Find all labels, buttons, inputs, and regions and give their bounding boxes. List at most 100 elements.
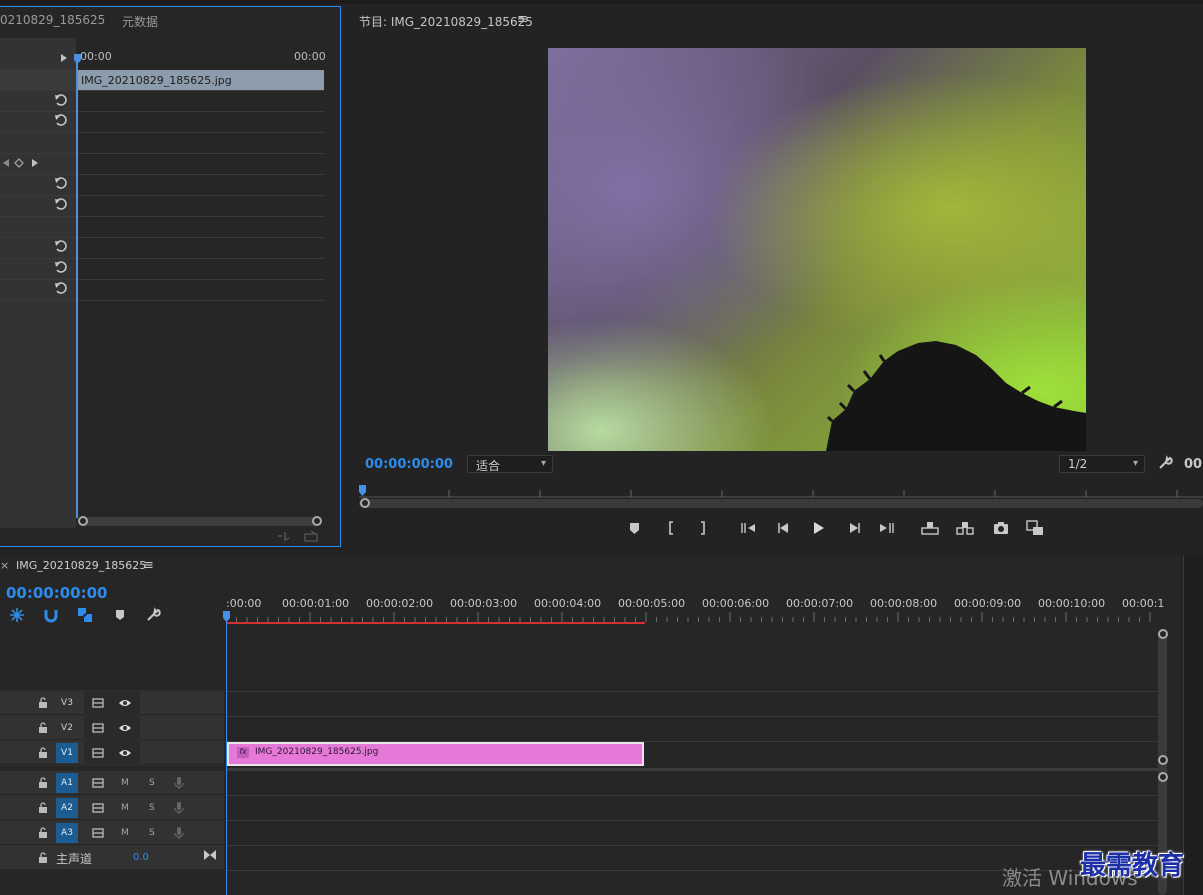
- track-label-v3[interactable]: V3: [56, 693, 78, 713]
- ec-clip-bar[interactable]: IMG_20210829_185625.jpg: [77, 70, 324, 90]
- audio-only-icon[interactable]: [276, 530, 292, 542]
- timeline-menu-icon[interactable]: ≡: [143, 558, 154, 573]
- track-header-a1[interactable]: A1 M S: [0, 771, 224, 795]
- timeline-timecode[interactable]: 00:00:00:00: [6, 584, 108, 602]
- video-audio-divider[interactable]: [226, 768, 1158, 771]
- program-time-ruler[interactable]: [359, 486, 1203, 498]
- toggle-sync-lock-icon[interactable]: [92, 827, 104, 839]
- timeline-clip[interactable]: fx IMG_20210829_185625.jpg: [227, 742, 644, 766]
- close-tab-icon[interactable]: ×: [0, 559, 9, 572]
- solo-button[interactable]: S: [149, 803, 155, 813]
- toggle-sync-lock-icon[interactable]: [92, 777, 104, 789]
- go-to-out-icon[interactable]: [878, 519, 896, 537]
- microphone-icon[interactable]: [174, 826, 184, 840]
- timeline-playhead-line[interactable]: [226, 618, 227, 895]
- sequence-tab[interactable]: IMG_20210829_185625: [16, 559, 146, 572]
- ec-horizontal-scrollbar[interactable]: [80, 517, 320, 526]
- solo-button[interactable]: S: [149, 778, 155, 788]
- reset-icon[interactable]: [54, 93, 68, 107]
- track-header-a3[interactable]: A3 M S: [0, 821, 224, 845]
- solo-button[interactable]: S: [149, 828, 155, 838]
- program-monitor-title[interactable]: 节目: IMG_20210829_185625: [359, 13, 533, 30]
- export-icon[interactable]: [304, 530, 320, 542]
- reset-icon[interactable]: [54, 239, 68, 253]
- lock-icon[interactable]: [38, 697, 48, 709]
- lock-icon[interactable]: [38, 827, 48, 839]
- master-volume-value[interactable]: 0.0: [133, 852, 149, 863]
- export-frame-camera-icon[interactable]: [992, 519, 1010, 537]
- lock-icon[interactable]: [38, 747, 48, 759]
- tab-effect-controls[interactable]: 0210829_185625: [0, 13, 105, 27]
- eye-icon[interactable]: [118, 697, 132, 709]
- mark-in-icon[interactable]: [662, 519, 680, 537]
- track-label-v2[interactable]: V2: [56, 718, 78, 738]
- extract-icon[interactable]: [956, 519, 974, 537]
- v-scroll-handle-top[interactable]: [1158, 629, 1168, 639]
- track-header-v2[interactable]: V2: [0, 716, 224, 740]
- ec-playhead-handle[interactable]: [74, 54, 81, 64]
- mark-out-icon[interactable]: [694, 519, 712, 537]
- lock-icon[interactable]: [38, 852, 48, 864]
- mute-button[interactable]: M: [121, 803, 129, 813]
- track-label-v1[interactable]: V1: [56, 743, 78, 763]
- toggle-sync-lock-icon[interactable]: [92, 722, 104, 734]
- ec-playhead[interactable]: [76, 58, 78, 518]
- step-back-icon[interactable]: [775, 519, 793, 537]
- v-scroll-handle-mid[interactable]: [1158, 755, 1168, 765]
- mute-button[interactable]: M: [121, 778, 129, 788]
- lock-icon[interactable]: [38, 802, 48, 814]
- program-playhead[interactable]: [359, 485, 366, 496]
- snap-magnet-icon[interactable]: [43, 607, 59, 623]
- eye-icon[interactable]: [118, 747, 132, 759]
- track-header-v1[interactable]: V1: [0, 741, 224, 765]
- microphone-icon[interactable]: [174, 801, 184, 815]
- wrench-icon[interactable]: [1157, 455, 1173, 471]
- lift-icon[interactable]: [921, 519, 939, 537]
- comparison-view-icon[interactable]: [1026, 519, 1044, 537]
- timeline-playhead-handle[interactable]: [223, 611, 230, 622]
- prev-keyframe-icon[interactable]: [2, 158, 10, 168]
- play-triangle-icon[interactable]: [60, 53, 68, 63]
- go-to-in-out-icon[interactable]: [204, 850, 216, 860]
- toggle-sync-lock-icon[interactable]: [92, 697, 104, 709]
- program-timecode[interactable]: 00:00:00:00: [365, 457, 453, 472]
- ec-scroll-handle-left[interactable]: [78, 516, 88, 526]
- add-marker-icon[interactable]: [112, 607, 128, 623]
- lock-icon[interactable]: [38, 722, 48, 734]
- go-to-in-icon[interactable]: [739, 519, 757, 537]
- track-label-a3[interactable]: A3: [56, 823, 78, 843]
- toggle-sync-lock-icon[interactable]: [92, 802, 104, 814]
- add-keyframe-icon[interactable]: [14, 158, 24, 168]
- nest-sequence-icon[interactable]: [9, 607, 25, 623]
- track-label-a1[interactable]: A1: [56, 773, 78, 793]
- linked-selection-icon[interactable]: [77, 607, 93, 623]
- program-scrollbar[interactable]: [359, 499, 1203, 508]
- program-menu-icon[interactable]: ≡: [517, 12, 528, 27]
- reset-icon[interactable]: [54, 113, 68, 127]
- program-scroll-handle[interactable]: [360, 498, 370, 508]
- track-header-v3[interactable]: V3: [0, 691, 224, 715]
- add-marker-icon[interactable]: [626, 519, 644, 537]
- tab-metadata[interactable]: 元数据: [122, 13, 158, 30]
- toggle-sync-lock-icon[interactable]: [92, 747, 104, 759]
- motion-section-header[interactable]: [0, 70, 76, 90]
- reset-icon[interactable]: [54, 197, 68, 211]
- resolution-dropdown[interactable]: 1/2 ▾: [1059, 455, 1145, 473]
- a-scroll-handle-top[interactable]: [1158, 772, 1168, 782]
- track-label-a2[interactable]: A2: [56, 798, 78, 818]
- mute-button[interactable]: M: [121, 828, 129, 838]
- fit-dropdown[interactable]: 适合 ▾: [467, 455, 553, 473]
- reset-icon[interactable]: [54, 281, 68, 295]
- step-forward-icon[interactable]: [845, 519, 863, 537]
- timeline-settings-wrench-icon[interactable]: [145, 607, 161, 623]
- lock-icon[interactable]: [38, 777, 48, 789]
- track-header-a2[interactable]: A2 M S: [0, 796, 224, 820]
- reset-icon[interactable]: [54, 260, 68, 274]
- next-keyframe-icon[interactable]: [31, 158, 39, 168]
- reset-icon[interactable]: [54, 176, 68, 190]
- ec-scroll-handle-right[interactable]: [312, 516, 322, 526]
- eye-icon[interactable]: [118, 722, 132, 734]
- play-icon[interactable]: [809, 519, 827, 537]
- track-header-master[interactable]: 主声道 0.0: [0, 846, 224, 870]
- microphone-icon[interactable]: [174, 776, 184, 790]
